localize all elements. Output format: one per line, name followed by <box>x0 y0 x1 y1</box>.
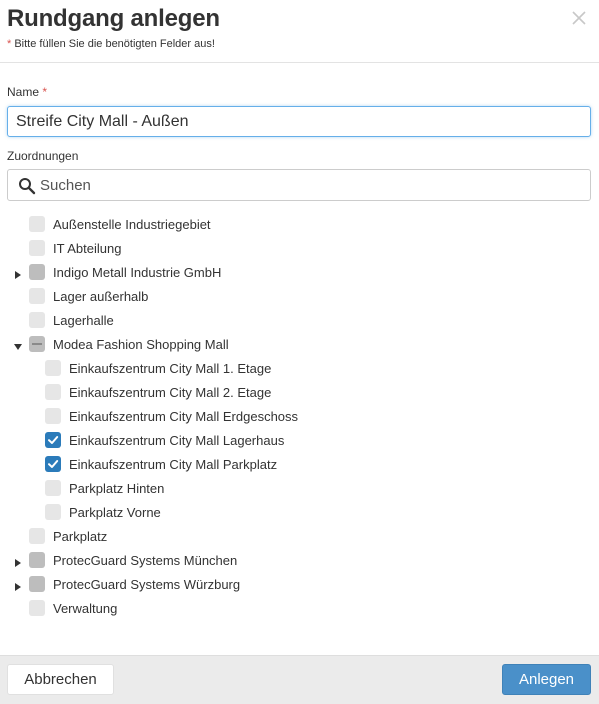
tree-checkbox[interactable] <box>45 504 61 520</box>
tree-row[interactable]: Parkplatz Hinten <box>0 478 599 498</box>
tree-checkbox[interactable] <box>29 216 45 232</box>
tree-checkbox[interactable] <box>29 552 45 568</box>
tree-item-label: ProtecGuard Systems Würzburg <box>53 577 241 592</box>
tree-row[interactable]: Indigo Metall Industrie GmbH <box>0 262 599 282</box>
tree-item-label: Einkaufszentrum City Mall Erdgeschoss <box>69 409 299 424</box>
tree-row[interactable]: Einkaufszentrum City Mall 1. Etage <box>0 358 599 378</box>
tree-checkbox[interactable] <box>29 312 45 328</box>
tree-checkbox[interactable] <box>29 264 45 280</box>
name-required-star: * <box>42 85 48 99</box>
tree-checkbox[interactable] <box>29 336 45 352</box>
tree-checkbox[interactable] <box>45 432 61 448</box>
dialog-title: Rundgang anlegen <box>7 5 220 32</box>
tree-checkbox[interactable] <box>29 528 45 544</box>
tree-row[interactable]: Einkaufszentrum City Mall Parkplatz <box>0 454 599 474</box>
tree-item-label: Einkaufszentrum City Mall Parkplatz <box>69 457 278 472</box>
tree-item-label: Verwaltung <box>53 601 118 616</box>
tree-row[interactable]: IT Abteilung <box>0 238 599 258</box>
search-icon <box>19 178 36 195</box>
tree-row[interactable]: Parkplatz Vorne <box>0 502 599 522</box>
tree-item-label: Einkaufszentrum City Mall Lagerhaus <box>69 433 285 448</box>
tree-checkbox[interactable] <box>45 384 61 400</box>
tree-checkbox[interactable] <box>45 456 61 472</box>
caret-down-icon[interactable] <box>13 339 23 350</box>
name-label: Name * <box>7 85 47 99</box>
name-label-text: Name <box>7 85 40 99</box>
tree-checkbox[interactable] <box>45 480 61 496</box>
tree-item-label: Lagerhalle <box>53 313 114 328</box>
tree-row[interactable]: ProtecGuard Systems München <box>0 550 599 570</box>
tree-row[interactable]: Lager außerhalb <box>0 286 599 306</box>
tree-item-label: Einkaufszentrum City Mall 2. Etage <box>69 385 272 400</box>
tree-item-label: IT Abteilung <box>53 241 122 256</box>
tree-row[interactable]: Einkaufszentrum City Mall 2. Etage <box>0 382 599 402</box>
tree-checkbox[interactable] <box>29 576 45 592</box>
tree-row[interactable]: Außenstelle Industriegebiet <box>0 214 599 234</box>
close-icon[interactable] <box>569 8 589 28</box>
tree-row[interactable]: Einkaufszentrum City Mall Erdgeschoss <box>0 406 599 426</box>
caret-right-icon[interactable] <box>13 267 23 279</box>
tree-item-label: Indigo Metall Industrie GmbH <box>53 265 222 280</box>
tree-checkbox[interactable] <box>29 600 45 616</box>
tree-item-label: Parkplatz <box>53 529 108 544</box>
tree-row[interactable]: Parkplatz <box>0 526 599 546</box>
cancel-button[interactable]: Abbrechen <box>7 664 114 695</box>
search-field[interactable] <box>7 169 591 201</box>
tree-row[interactable]: Modea Fashion Shopping Mall <box>0 334 599 354</box>
assignments-label: Zuordnungen <box>7 149 79 163</box>
tree-item-label: Einkaufszentrum City Mall 1. Etage <box>69 361 272 376</box>
create-button[interactable]: Anlegen <box>502 664 591 695</box>
tree-item-label: Lager außerhalb <box>53 289 149 304</box>
dialog-header: Rundgang anlegen * Bitte füllen Sie die … <box>0 0 599 63</box>
tree-item-label: Parkplatz Vorne <box>69 505 161 520</box>
name-input[interactable] <box>7 106 591 137</box>
search-input[interactable] <box>40 170 580 200</box>
caret-right-icon[interactable] <box>13 579 23 591</box>
tree-row[interactable]: Verwaltung <box>0 598 599 618</box>
create-round-dialog: Rundgang anlegen * Bitte füllen Sie die … <box>0 0 599 704</box>
required-hint: * Bitte füllen Sie die benötigten Felder… <box>7 38 215 50</box>
tree-item-label: Außenstelle Industriegebiet <box>53 217 211 232</box>
dialog-footer: Abbrechen Anlegen <box>0 655 599 704</box>
tree-item-label: ProtecGuard Systems München <box>53 553 238 568</box>
tree-checkbox[interactable] <box>29 240 45 256</box>
tree-row[interactable]: ProtecGuard Systems Würzburg <box>0 574 599 594</box>
tree-item-label: Parkplatz Hinten <box>69 481 165 496</box>
tree-checkbox[interactable] <box>29 288 45 304</box>
tree-item-label: Modea Fashion Shopping Mall <box>53 337 229 352</box>
required-hint-text: Bitte füllen Sie die benötigten Felder a… <box>11 38 215 50</box>
caret-right-icon[interactable] <box>13 555 23 567</box>
tree-row[interactable]: Einkaufszentrum City Mall Lagerhaus <box>0 430 599 450</box>
tree-checkbox[interactable] <box>45 360 61 376</box>
tree-checkbox[interactable] <box>45 408 61 424</box>
tree-row[interactable]: Lagerhalle <box>0 310 599 330</box>
